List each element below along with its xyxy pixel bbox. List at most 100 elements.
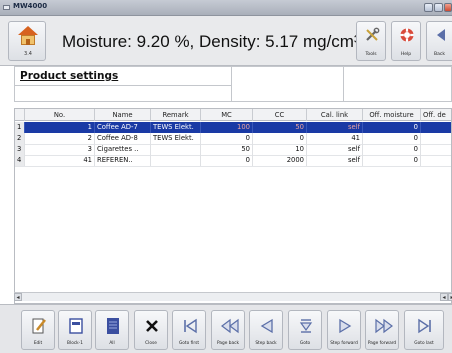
edit-label: Edit xyxy=(33,341,43,346)
cell-cc: 0 xyxy=(253,133,307,144)
back-label: Back xyxy=(434,52,445,57)
cell-off-moisture: 0 xyxy=(363,144,421,155)
cell-off-moisture: 0 xyxy=(363,155,421,166)
title-bar: MW4000 xyxy=(0,0,452,16)
last-record-icon xyxy=(418,318,431,334)
cell-mc: 100 xyxy=(201,122,253,133)
minimize-button[interactable] xyxy=(424,3,433,12)
cell-cc: 50 xyxy=(253,122,307,133)
cell-remark: TEWS Elekt. xyxy=(151,133,201,144)
column-header-off-moisture[interactable]: Off. moisture xyxy=(363,109,421,121)
block-button[interactable]: Block-1 xyxy=(58,310,92,350)
table-row[interactable]: 3 3 Cigarettes .. 50 10 self 0 xyxy=(15,144,451,155)
scroll-left-icon[interactable]: ◂ xyxy=(14,293,22,301)
row-index: 3 xyxy=(15,144,25,155)
back-button[interactable]: Back xyxy=(426,21,452,61)
scroll-left-end-icon[interactable]: ◂ xyxy=(440,293,448,301)
home-icon-door xyxy=(26,39,30,45)
first-record-icon xyxy=(184,318,197,334)
cell-name: Cigarettes .. xyxy=(95,144,151,155)
table-row[interactable]: 4 41 REFEREN.. 0 2000 self 0 xyxy=(15,155,451,166)
row-index: 2 xyxy=(15,133,25,144)
tools-label: Tools xyxy=(365,52,377,57)
row-index: 4 xyxy=(15,155,25,166)
version-label: 3.4 xyxy=(24,51,32,57)
measurement-readout: Moisture: 9.20 %, Density: 5.17 mg/cm³ xyxy=(62,32,360,51)
step-back-button[interactable]: Step back xyxy=(249,310,283,350)
help-button[interactable]: Help xyxy=(391,21,421,61)
row-index-header xyxy=(15,109,25,121)
window-title: MW4000 xyxy=(13,2,48,10)
all-button[interactable]: All xyxy=(95,310,129,350)
all-records-icon xyxy=(107,318,119,334)
goto-label: Goto xyxy=(299,341,311,346)
page-back-button[interactable]: Page back xyxy=(211,310,245,350)
cell-name: REFEREN.. xyxy=(95,155,151,166)
cell-mc: 50 xyxy=(201,144,253,155)
cell-cc: 2000 xyxy=(253,155,307,166)
window-icon xyxy=(3,5,10,10)
goto-first-button[interactable]: Goto first xyxy=(172,310,206,350)
table-row[interactable]: 1 1 Coffee AD-7 TEWS Elekt. 100 50 self … xyxy=(15,122,451,133)
column-header-no[interactable]: No. xyxy=(25,109,95,121)
product-settings-title: Product settings xyxy=(20,70,119,82)
panel-cell-2 xyxy=(231,67,343,101)
goto-last-button[interactable]: Goto last xyxy=(404,310,444,350)
back-arrow-icon xyxy=(437,29,445,41)
column-header-name[interactable]: Name xyxy=(95,109,151,121)
maximize-button[interactable] xyxy=(434,3,443,12)
block-label: Block-1 xyxy=(67,341,83,346)
page-back-label: Page back xyxy=(217,341,239,346)
table-row[interactable]: 2 2 Coffee AD-8 TEWS Elekt. 0 0 41 0 xyxy=(15,133,451,144)
column-header-mc[interactable]: MC xyxy=(201,109,253,121)
cell-name: Coffee AD-7 xyxy=(95,122,151,133)
horizontal-scrollbar[interactable]: ◂ ◂ ▸ xyxy=(14,292,452,301)
product-settings-panel: Product settings xyxy=(14,66,452,102)
page-forward-label: Page forward xyxy=(367,341,397,346)
home-button[interactable]: 3.4 xyxy=(8,21,46,61)
goto-button[interactable]: Goto xyxy=(288,310,322,350)
close-icon xyxy=(146,320,158,332)
column-header-remark[interactable]: Remark xyxy=(151,109,201,121)
scroll-right-icon[interactable]: ▸ xyxy=(448,293,452,301)
bottom-toolbar: Edit Block-1 All Close Goto first Page b… xyxy=(0,304,452,353)
lifebuoy-icon xyxy=(400,28,414,42)
goto-icon xyxy=(299,319,313,333)
edit-icon xyxy=(32,318,46,334)
cell-remark xyxy=(151,155,201,166)
cell-remark xyxy=(151,144,201,155)
cell-no: 3 xyxy=(25,144,95,155)
edit-button[interactable]: Edit xyxy=(21,310,55,350)
close-button[interactable]: Close xyxy=(134,310,168,350)
step-forward-label: Step forward xyxy=(330,341,358,346)
cell-off-moisture: 0 xyxy=(363,122,421,133)
cell-no: 1 xyxy=(25,122,95,133)
close-window-button[interactable] xyxy=(444,3,452,12)
help-label: Help xyxy=(400,52,412,57)
cell-mc: 0 xyxy=(201,133,253,144)
step-forward-icon xyxy=(339,318,352,334)
cell-cc: 10 xyxy=(253,144,307,155)
cell-no: 2 xyxy=(25,133,95,144)
step-forward-button[interactable]: Step forward xyxy=(327,310,361,350)
table-header: No. Name Remark MC CC Cal. link Off. moi… xyxy=(15,109,451,121)
block-icon xyxy=(69,318,83,334)
step-back-label: Step back xyxy=(255,341,277,346)
cell-remark: TEWS Elekt. xyxy=(151,122,201,133)
column-header-cc[interactable]: CC xyxy=(253,109,307,121)
close-label: Close xyxy=(145,341,157,346)
home-icon xyxy=(18,26,38,35)
column-header-off-density[interactable]: Off. de xyxy=(421,109,451,121)
row-divider xyxy=(15,166,451,167)
page-back-icon xyxy=(221,318,239,334)
tools-button[interactable]: Tools xyxy=(356,21,386,61)
page-forward-button[interactable]: Page forward xyxy=(365,310,399,350)
cell-mc: 0 xyxy=(201,155,253,166)
product-table: No. Name Remark MC CC Cal. link Off. moi… xyxy=(14,108,452,304)
cell-cal-link: self xyxy=(307,122,363,133)
step-back-icon xyxy=(260,318,273,334)
cell-off-moisture: 0 xyxy=(363,133,421,144)
column-header-cal-link[interactable]: Cal. link xyxy=(307,109,363,121)
cell-cal-link: 41 xyxy=(307,133,363,144)
cell-name: Coffee AD-8 xyxy=(95,133,151,144)
